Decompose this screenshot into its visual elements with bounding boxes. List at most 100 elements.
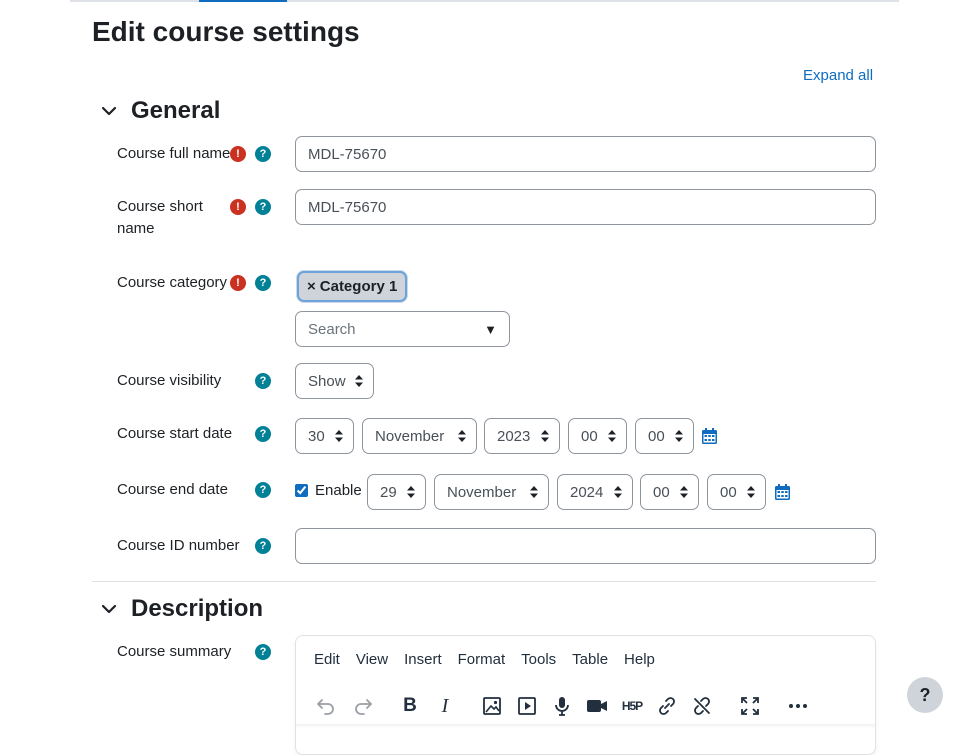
select-arrows-icon bbox=[530, 486, 538, 498]
link-button[interactable] bbox=[653, 692, 681, 720]
enddate-minute-select[interactable]: 00 bbox=[707, 474, 766, 510]
menu-tools[interactable]: Tools bbox=[513, 649, 564, 670]
startdate-help-icon[interactable]: ? bbox=[255, 426, 271, 442]
visibility-help-icon[interactable]: ? bbox=[255, 373, 271, 389]
image-button[interactable] bbox=[478, 692, 506, 720]
editor-menubar: Edit View Insert Format Tools Table Help bbox=[306, 649, 663, 670]
enddate-hour-select[interactable]: 00 bbox=[640, 474, 699, 510]
enddate-month-select[interactable]: November bbox=[434, 474, 549, 510]
fullscreen-icon bbox=[741, 697, 759, 715]
startdate-month-select[interactable]: November bbox=[362, 418, 477, 454]
required-icon: ! bbox=[230, 275, 246, 291]
menu-format[interactable]: Format bbox=[450, 649, 514, 670]
unlink-button[interactable] bbox=[688, 692, 716, 720]
enddate-help-icon[interactable]: ? bbox=[255, 482, 271, 498]
startdate-hour-select[interactable]: 00 bbox=[568, 418, 627, 454]
enddate-month-value: November bbox=[447, 483, 517, 501]
media-icon bbox=[518, 697, 536, 715]
fullname-help-icon[interactable]: ? bbox=[255, 146, 271, 162]
redo-icon bbox=[355, 699, 372, 715]
shortname-label: Course short name bbox=[117, 196, 203, 240]
startdate-minute-value: 00 bbox=[648, 427, 665, 445]
category-help-icon[interactable]: ? bbox=[255, 275, 271, 291]
required-icon: ! bbox=[230, 199, 246, 215]
enddate-minute-value: 00 bbox=[720, 483, 737, 501]
enddate-day-value: 29 bbox=[380, 483, 397, 501]
bold-icon[interactable]: B bbox=[396, 692, 424, 720]
more-icon bbox=[789, 704, 807, 708]
chevron-down-icon bbox=[101, 604, 117, 614]
media-button[interactable] bbox=[513, 692, 541, 720]
menu-insert[interactable]: Insert bbox=[396, 649, 450, 670]
enddate-enable-label: Enable bbox=[315, 482, 362, 499]
visibility-label: Course visibility bbox=[117, 372, 222, 389]
more-button[interactable] bbox=[784, 692, 812, 720]
expand-all-link[interactable]: Expand all bbox=[803, 67, 873, 84]
enddate-enable-toggle[interactable]: Enable bbox=[295, 482, 362, 499]
toolbar-shadow bbox=[296, 724, 875, 728]
idnumber-input[interactable] bbox=[295, 528, 876, 564]
fullname-input[interactable] bbox=[295, 136, 876, 172]
tab-underline bbox=[70, 0, 899, 2]
startdate-label: Course start date bbox=[117, 425, 233, 442]
select-arrows-icon bbox=[458, 430, 466, 442]
visibility-value: Show bbox=[308, 372, 346, 390]
editor-toolbar: B I H5P bbox=[296, 686, 875, 726]
startdate-day-value: 30 bbox=[308, 427, 325, 445]
microphone-icon bbox=[555, 697, 569, 716]
remove-icon: × bbox=[307, 278, 316, 295]
shortname-input[interactable] bbox=[295, 189, 876, 225]
undo-button[interactable] bbox=[312, 692, 340, 720]
section-divider bbox=[92, 581, 876, 582]
link-icon bbox=[659, 697, 675, 715]
calendar-icon[interactable] bbox=[702, 428, 717, 444]
select-arrows-icon bbox=[541, 430, 549, 442]
select-arrows-icon bbox=[614, 486, 622, 498]
image-icon bbox=[483, 697, 501, 715]
video-camera-icon bbox=[587, 700, 607, 712]
menu-view[interactable]: View bbox=[348, 649, 396, 670]
summary-help-icon[interactable]: ? bbox=[255, 644, 271, 660]
section-toggle-general[interactable]: General bbox=[100, 97, 220, 125]
unlink-icon bbox=[694, 697, 710, 715]
idnumber-help-icon[interactable]: ? bbox=[255, 538, 271, 554]
section-title-general: General bbox=[131, 97, 221, 124]
startdate-day-select[interactable]: 30 bbox=[295, 418, 354, 454]
category-selected-chip[interactable]: × Category 1 bbox=[297, 271, 408, 302]
calendar-icon[interactable] bbox=[775, 484, 790, 500]
chevron-down-icon bbox=[101, 106, 117, 116]
record-video-button[interactable] bbox=[583, 692, 611, 720]
visibility-select[interactable]: Show bbox=[295, 363, 374, 399]
help-floating-button[interactable]: ? bbox=[907, 677, 943, 713]
record-audio-button[interactable] bbox=[548, 692, 576, 720]
enddate-day-select[interactable]: 29 bbox=[367, 474, 426, 510]
select-arrows-icon bbox=[355, 375, 363, 387]
category-search-dropdown[interactable]: Search ▼ bbox=[295, 311, 510, 347]
h5p-icon[interactable]: H5P bbox=[618, 692, 646, 720]
enddate-enable-checkbox[interactable] bbox=[295, 484, 308, 497]
redo-button[interactable] bbox=[349, 692, 377, 720]
category-label: Course category bbox=[117, 274, 228, 291]
menu-edit[interactable]: Edit bbox=[306, 649, 348, 670]
menu-help[interactable]: Help bbox=[616, 649, 663, 670]
shortname-label-line1: Course short bbox=[117, 198, 203, 215]
startdate-month-value: November bbox=[375, 427, 445, 445]
enddate-year-select[interactable]: 2024 bbox=[557, 474, 633, 510]
italic-icon[interactable]: I bbox=[431, 692, 459, 720]
active-tab-indicator bbox=[199, 0, 287, 2]
shortname-help-icon[interactable]: ? bbox=[255, 199, 271, 215]
fullname-label: Course full name bbox=[117, 145, 231, 162]
undo-icon bbox=[317, 699, 334, 715]
enddate-label: Course end date bbox=[117, 481, 228, 498]
menu-table[interactable]: Table bbox=[564, 649, 616, 670]
startdate-minute-select[interactable]: 00 bbox=[635, 418, 694, 454]
enddate-year-value: 2024 bbox=[570, 483, 604, 501]
fullscreen-button[interactable] bbox=[736, 692, 764, 720]
section-toggle-description[interactable]: Description bbox=[100, 595, 263, 623]
startdate-hour-value: 00 bbox=[581, 427, 598, 445]
select-arrows-icon bbox=[335, 430, 343, 442]
shortname-label-line2: name bbox=[117, 220, 155, 237]
startdate-year-value: 2023 bbox=[497, 427, 531, 445]
summary-label: Course summary bbox=[117, 643, 232, 660]
startdate-year-select[interactable]: 2023 bbox=[484, 418, 560, 454]
